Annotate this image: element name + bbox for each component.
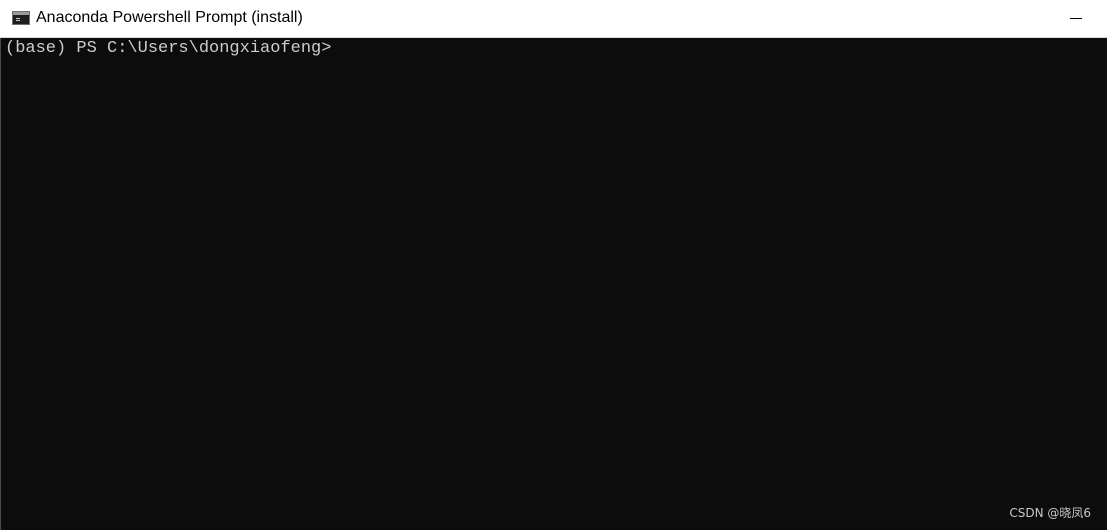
command-prompt: (base) PS C:\Users\dongxiaofeng> bbox=[5, 39, 332, 58]
watermark: CSDN @晓凤6 bbox=[1009, 506, 1091, 520]
console-area[interactable]: (base) PS C:\Users\dongxiaofeng> CSDN @晓… bbox=[0, 38, 1107, 530]
title-bar[interactable]: Anaconda Powershell Prompt (install) bbox=[0, 0, 1107, 38]
window-title: Anaconda Powershell Prompt (install) bbox=[36, 9, 303, 26]
terminal-window: Anaconda Powershell Prompt (install) (ba… bbox=[0, 0, 1107, 530]
console-icon bbox=[12, 11, 30, 25]
minimize-icon[interactable] bbox=[1052, 0, 1100, 37]
